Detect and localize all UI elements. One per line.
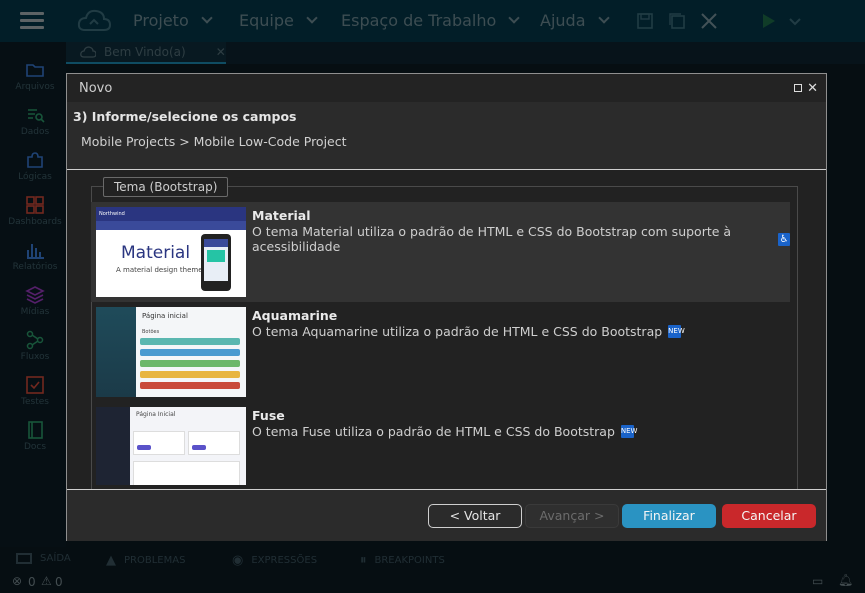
- theme-name: Material: [252, 208, 311, 223]
- theme-description: O tema Fuse utiliza o padrão de HTML e C…: [252, 424, 615, 439]
- dialog-body: Tema (Bootstrap) Northwind Material A ma…: [67, 170, 826, 496]
- step-heading: 3) Informe/selecione os campos: [73, 109, 297, 124]
- theme-preview-fuse: Página Inicial: [96, 407, 246, 485]
- theme-item-aquamarine[interactable]: Página inicial Botões Aquamarine O tema …: [91, 302, 790, 402]
- cancel-button[interactable]: Cancelar: [722, 504, 816, 528]
- dialog-close-icon[interactable]: ✕: [807, 81, 818, 96]
- new-badge: NEW: [620, 425, 637, 438]
- theme-list: Northwind Material A material design the…: [91, 202, 790, 485]
- back-button[interactable]: < Voltar: [428, 504, 522, 528]
- theme-description: O tema Material utiliza o padrão de HTML…: [252, 224, 732, 254]
- new-project-dialog: Novo ✕ 3) Informe/selecione os campos Mo…: [66, 73, 827, 541]
- fieldset-legend: Tema (Bootstrap): [103, 177, 229, 197]
- theme-name: Fuse: [252, 408, 285, 423]
- next-button[interactable]: Avançar >: [525, 504, 619, 528]
- theme-preview-aquamarine: Página inicial Botões: [96, 307, 246, 397]
- dialog-footer: < Voltar Avançar > Finalizar Cancelar: [67, 490, 826, 541]
- breadcrumb: Mobile Projects > Mobile Low-Code Projec…: [81, 134, 347, 149]
- dialog-title: Novo: [79, 81, 113, 96]
- theme-description: O tema Aquamarine utiliza o padrão de HT…: [252, 324, 663, 339]
- dialog-titlebar: Novo: [67, 74, 826, 102]
- finish-button[interactable]: Finalizar: [622, 504, 716, 528]
- maximize-icon[interactable]: [794, 84, 802, 92]
- theme-item-fuse[interactable]: Página Inicial Fuse O tema Fuse utiliza …: [91, 402, 790, 485]
- theme-name: Aquamarine: [252, 308, 338, 323]
- theme-preview-material: Northwind Material A material design the…: [96, 207, 246, 297]
- theme-item-material[interactable]: Northwind Material A material design the…: [91, 202, 790, 302]
- new-badge: NEW: [668, 325, 685, 338]
- accessibility-icon: ♿: [778, 232, 790, 246]
